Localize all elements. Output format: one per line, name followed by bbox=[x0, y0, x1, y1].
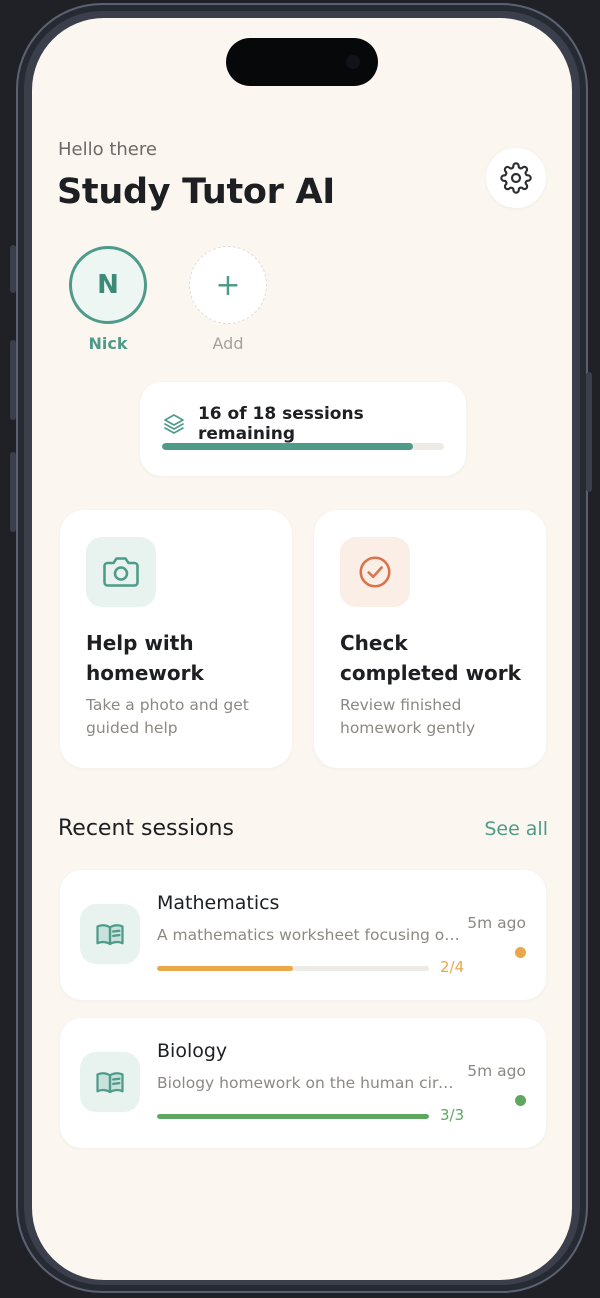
sessions-remaining-text: 16 of 18 sessions remaining bbox=[197, 404, 364, 444]
layers-icon bbox=[164, 414, 184, 434]
book-icon-tile bbox=[80, 1052, 140, 1112]
check-circle-icon bbox=[359, 556, 391, 588]
profile-label: Add bbox=[212, 334, 244, 353]
action-description: Review finished homework gently bbox=[340, 696, 476, 737]
dynamic-island bbox=[226, 38, 378, 86]
volume-up-button bbox=[10, 340, 16, 420]
action-title: Help with homework bbox=[86, 631, 204, 685]
camera-icon bbox=[103, 557, 139, 587]
action-description: Take a photo and get guided help bbox=[86, 696, 249, 737]
session-progress-bar bbox=[157, 1114, 429, 1119]
session-description: A mathematics worksheet focusing on frac… bbox=[157, 926, 461, 944]
app-screen: Hello there Study Tutor AI N Nick + Add … bbox=[32, 18, 572, 1280]
action-title: Check completed work bbox=[340, 631, 521, 685]
session-card-biology[interactable]: Biology Biology homework on the human ci… bbox=[60, 1018, 546, 1148]
check-completed-work-card[interactable]: Check completed work Review finished hom… bbox=[314, 510, 546, 768]
camera-icon-tile bbox=[86, 537, 156, 607]
greeting-text: Hello there bbox=[58, 139, 157, 160]
session-progress-bar bbox=[157, 966, 429, 971]
profile-label: Nick bbox=[88, 334, 128, 353]
sessions-progress-fill bbox=[162, 443, 413, 450]
check-circle-icon-tile bbox=[340, 537, 410, 607]
session-time: 5m ago bbox=[467, 914, 526, 932]
book-icon bbox=[96, 924, 124, 946]
session-card-mathematics[interactable]: Mathematics A mathematics worksheet focu… bbox=[60, 870, 546, 1000]
session-progress-count: 3/3 bbox=[440, 1106, 465, 1124]
add-profile-button[interactable]: + Add bbox=[188, 246, 268, 353]
settings-button[interactable] bbox=[486, 148, 546, 208]
volume-down-button bbox=[10, 452, 16, 532]
plus-icon[interactable]: + bbox=[189, 246, 267, 324]
page-title: Study Tutor AI bbox=[57, 172, 335, 212]
avatar[interactable]: N bbox=[69, 246, 147, 324]
status-dot bbox=[515, 947, 526, 958]
session-subject: Mathematics bbox=[157, 892, 280, 914]
book-icon bbox=[96, 1072, 124, 1094]
session-progress-fill bbox=[157, 1114, 429, 1119]
recent-sessions-heading: Recent sessions bbox=[58, 816, 234, 841]
session-description: Biology homework on the human circulator… bbox=[157, 1074, 461, 1092]
session-time: 5m ago bbox=[467, 1062, 526, 1080]
help-with-homework-card[interactable]: Help with homework Take a photo and get … bbox=[60, 510, 292, 768]
action-button bbox=[10, 245, 16, 293]
gear-icon bbox=[500, 162, 532, 194]
session-subject: Biology bbox=[157, 1040, 228, 1062]
book-icon-tile bbox=[80, 904, 140, 964]
session-progress-count: 2/4 bbox=[440, 958, 465, 976]
session-progress-fill bbox=[157, 966, 293, 971]
sessions-remaining-card: 16 of 18 sessions remaining bbox=[140, 382, 466, 476]
status-dot bbox=[515, 1095, 526, 1106]
sessions-progress-bar bbox=[162, 443, 444, 450]
power-button bbox=[586, 372, 592, 492]
see-all-link[interactable]: See all bbox=[484, 818, 548, 840]
profile-nick[interactable]: N Nick bbox=[68, 246, 148, 353]
